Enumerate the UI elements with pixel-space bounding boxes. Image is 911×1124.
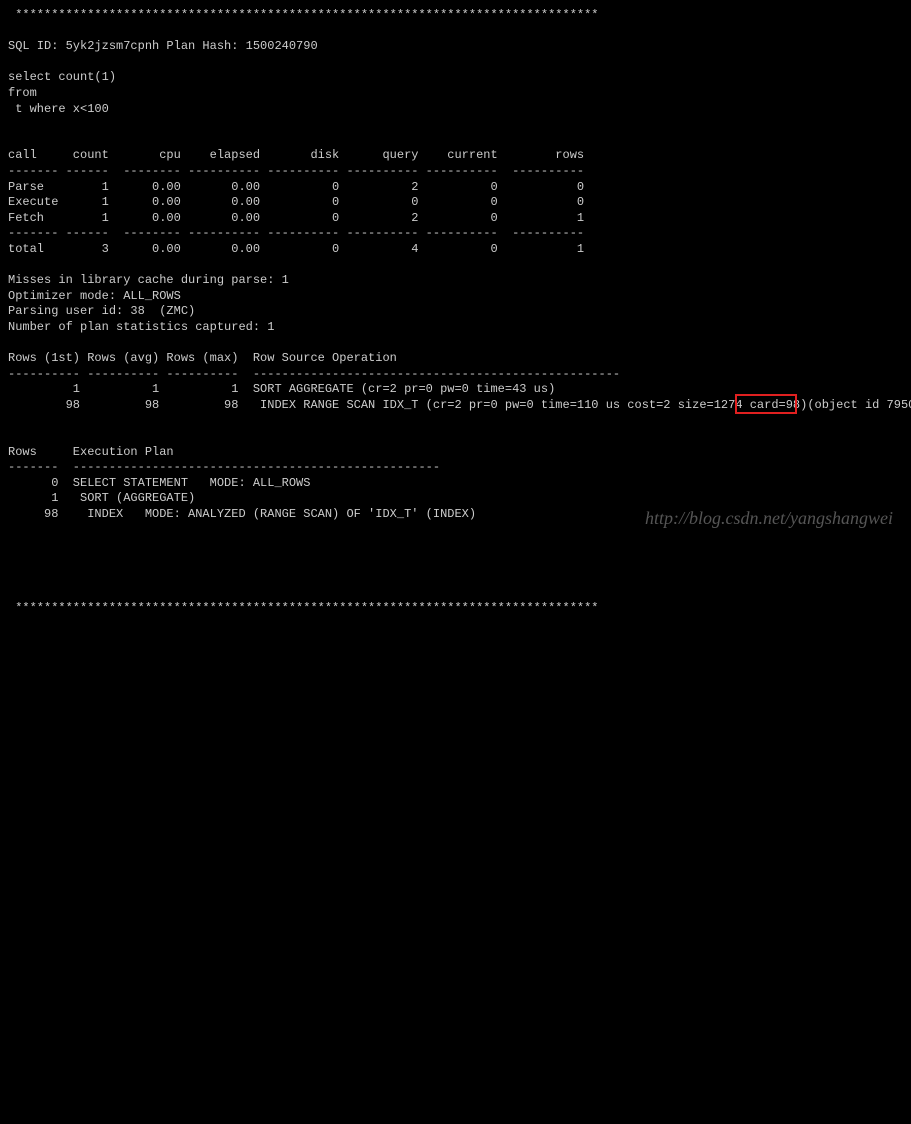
watermark: http://blog.csdn.net/yangshangwei — [645, 507, 893, 530]
